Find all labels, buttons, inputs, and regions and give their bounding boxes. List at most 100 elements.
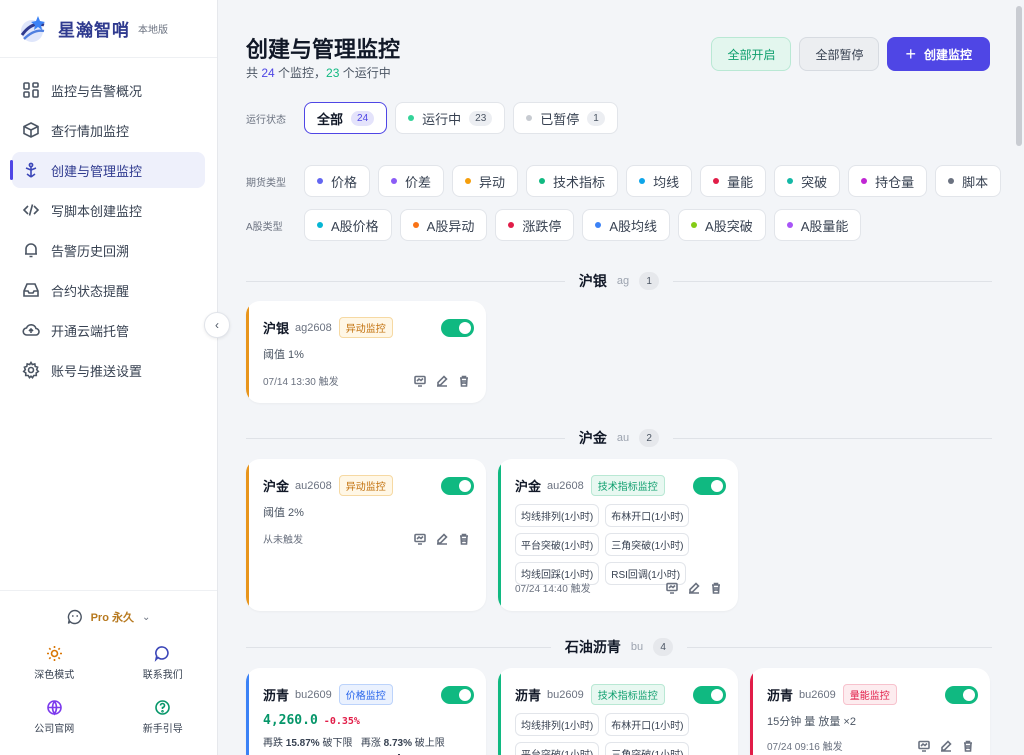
chart-preview-icon[interactable] — [414, 375, 426, 387]
monitor-card-bu-tech[interactable]: 沥青 bu2609 技术指标监控 均线排列(1小时) 布林开口(1小时) 平台突… — [498, 668, 738, 755]
chip-count: 24 — [351, 110, 375, 126]
filter-futures-type-6[interactable]: 突破 — [774, 165, 841, 197]
sidebar-item-history[interactable]: 告警历史回溯 — [12, 232, 205, 268]
card-enable-toggle[interactable] — [441, 318, 474, 337]
filter-futures-type-0[interactable]: 价格 — [304, 165, 371, 197]
section-name: 沪银 — [578, 273, 607, 289]
subtitle-suffix: 个运行中 — [339, 66, 391, 80]
section-count: 4 — [653, 638, 674, 656]
type-dot — [539, 178, 546, 184]
sidebar-item-label: 监控与告警概况 — [51, 83, 143, 99]
card-enable-toggle[interactable] — [693, 476, 726, 495]
filter-futures-type-7[interactable]: 持仓量 — [848, 165, 928, 197]
sidebar-footer-grid: 深色模式 联系我们 公司官网 新手引导 — [0, 643, 217, 735]
pause-all-button[interactable]: 全部暂停 — [799, 37, 880, 71]
indicator-pill: 平台突破(1小时) — [515, 742, 600, 755]
dark-mode-button[interactable]: 深色模式 — [0, 645, 109, 681]
filter-futures-type-1[interactable]: 价差 — [378, 165, 445, 197]
chip-label: 价格 — [331, 174, 358, 190]
enable-all-button[interactable]: 全部开启 — [711, 37, 792, 71]
card-enable-toggle[interactable] — [693, 685, 726, 704]
chart-preview-icon[interactable] — [666, 582, 678, 594]
brand[interactable]: 星瀚智哨 本地版 — [0, 0, 217, 58]
card-actions — [414, 374, 470, 387]
sidebar-collapse-button[interactable]: ‹ — [204, 312, 230, 338]
contact-label: 联系我们 — [142, 670, 183, 681]
sidebar-item-manage[interactable]: 创建与管理监控 — [10, 152, 205, 188]
type-dot — [465, 178, 472, 184]
chip-label: 全部 — [317, 111, 344, 127]
trash-icon[interactable] — [710, 582, 722, 594]
filter-status-paused[interactable]: 已暂停 1 — [513, 102, 618, 134]
card-name: 沪金 — [263, 479, 290, 494]
scrollbar[interactable] — [1014, 0, 1024, 755]
sidebar-item-settings[interactable]: 账号与推送设置 — [12, 352, 205, 388]
sidebar-item-label: 创建与管理监控 — [51, 163, 143, 179]
filter-ashare-type-2[interactable]: 涨跌停 — [495, 209, 575, 241]
filter-futures-type-2[interactable]: 异动 — [452, 165, 519, 197]
filter-futures-type-4[interactable]: 均线 — [626, 165, 693, 197]
scrollbar-thumb[interactable] — [1016, 6, 1022, 146]
filter-status-running[interactable]: 运行中 23 — [395, 102, 506, 134]
monitor-card-ag-anomaly[interactable]: 沪银 ag2608 异动监控 阈值 1% 07/14 13:30 触发 — [246, 301, 486, 403]
status-filter: 运行状态 全部 24 运行中 23 已暂停 1 — [246, 102, 626, 134]
edit-icon[interactable] — [436, 532, 448, 545]
monitor-card-au-anomaly[interactable]: 沪金 au2608 异动监控 阈值 2% 从未触发 — [246, 459, 486, 611]
filter-ashare-type-4[interactable]: A股突破 — [678, 209, 766, 241]
edit-icon[interactable] — [688, 581, 700, 594]
type-dot — [595, 222, 602, 228]
create-monitor-button[interactable]: + 创建监控 — [887, 37, 990, 71]
filter-ashare-type-5[interactable]: A股量能 — [773, 209, 862, 241]
card-footer: 07/14 13:30 触发 — [263, 373, 470, 388]
trash-icon[interactable] — [458, 375, 470, 387]
monitor-card-bu-volume[interactable]: 沥青 bu2609 量能监控 15分钟 量 放量 ×2 07/24 09:16 … — [750, 668, 990, 755]
create-monitor-label: 创建监控 — [923, 47, 972, 62]
card-enable-toggle[interactable] — [441, 685, 474, 704]
card-accent-bar — [498, 668, 501, 755]
card-trigger-time: 07/24 09:16 触发 — [767, 742, 843, 753]
guide-button[interactable]: 新手引导 — [109, 699, 218, 735]
filter-ashare-type-1[interactable]: A股异动 — [399, 209, 488, 241]
filter-status-all[interactable]: 全部 24 — [304, 102, 388, 134]
card-enable-toggle[interactable] — [441, 476, 474, 495]
sidebar-item-contract[interactable]: 合约状态提醒 — [12, 272, 205, 308]
edit-icon[interactable] — [940, 739, 952, 752]
card-code: bu2609 — [799, 688, 836, 701]
indicator-pills: 均线排列(1小时) 布林开口(1小时) 平台突破(1小时) 三角突破(1小时) … — [498, 496, 718, 585]
cloud-upload-icon — [22, 324, 40, 336]
ashare-filter-label: A股类型 — [246, 221, 283, 233]
sidebar-item-label: 查行情加监控 — [51, 123, 130, 139]
chart-preview-icon[interactable] — [414, 533, 426, 545]
chart-preview-icon[interactable] — [918, 740, 930, 752]
sidebar-item-cloud[interactable]: 开通云端托管 — [12, 312, 205, 348]
limit-distance: 再跌 15.87% 破下限 再涨 8.73% 破上限 — [246, 728, 486, 749]
plan-selector[interactable]: Pro 永久 ⌄ — [0, 591, 217, 643]
trash-icon[interactable] — [458, 533, 470, 545]
filter-futures-type-5[interactable]: 量能 — [700, 165, 767, 197]
filter-ashare-type-3[interactable]: A股均线 — [582, 209, 671, 241]
contact-button[interactable]: 联系我们 — [109, 645, 218, 681]
filter-ashare-type-0[interactable]: A股价格 — [304, 209, 392, 241]
type-dot — [861, 178, 868, 184]
chip-label: 均线 — [653, 174, 680, 190]
filter-futures-type-3[interactable]: 技术指标 — [526, 165, 619, 197]
sidebar-item-overview[interactable]: 监控与告警概况 — [12, 72, 205, 108]
sidebar-item-script[interactable]: 写脚本创建监控 — [12, 192, 205, 228]
lower-pct: 15.87% — [285, 738, 320, 749]
monitor-card-bu-price[interactable]: 沥青 bu2609 价格监控 4,260.0 -0.35% 再跌 15.87% … — [246, 668, 486, 755]
card-enable-toggle[interactable] — [945, 685, 978, 704]
edit-icon[interactable] — [436, 374, 448, 387]
trash-icon[interactable] — [962, 740, 974, 752]
filter-futures-type-8[interactable]: 脚本 — [935, 165, 1002, 197]
card-type-tag: 异动监控 — [338, 317, 393, 338]
section-code: ag — [616, 275, 630, 287]
monitor-card-au-tech[interactable]: 沪金 au2608 技术指标监控 均线排列(1小时) 布林开口(1小时) 平台突… — [498, 459, 738, 611]
cube-icon — [23, 122, 39, 138]
subtitle-mid: 个监控， — [274, 66, 327, 80]
chip-label: 技术指标 — [553, 174, 606, 190]
upper-pct: 8.73% — [383, 738, 412, 749]
sidebar-item-market[interactable]: 查行情加监控 — [12, 112, 205, 148]
sidebar-item-label: 写脚本创建监控 — [51, 203, 143, 219]
card-description: 15分钟 量 放量 ×2 — [767, 716, 856, 728]
website-button[interactable]: 公司官网 — [0, 699, 109, 735]
